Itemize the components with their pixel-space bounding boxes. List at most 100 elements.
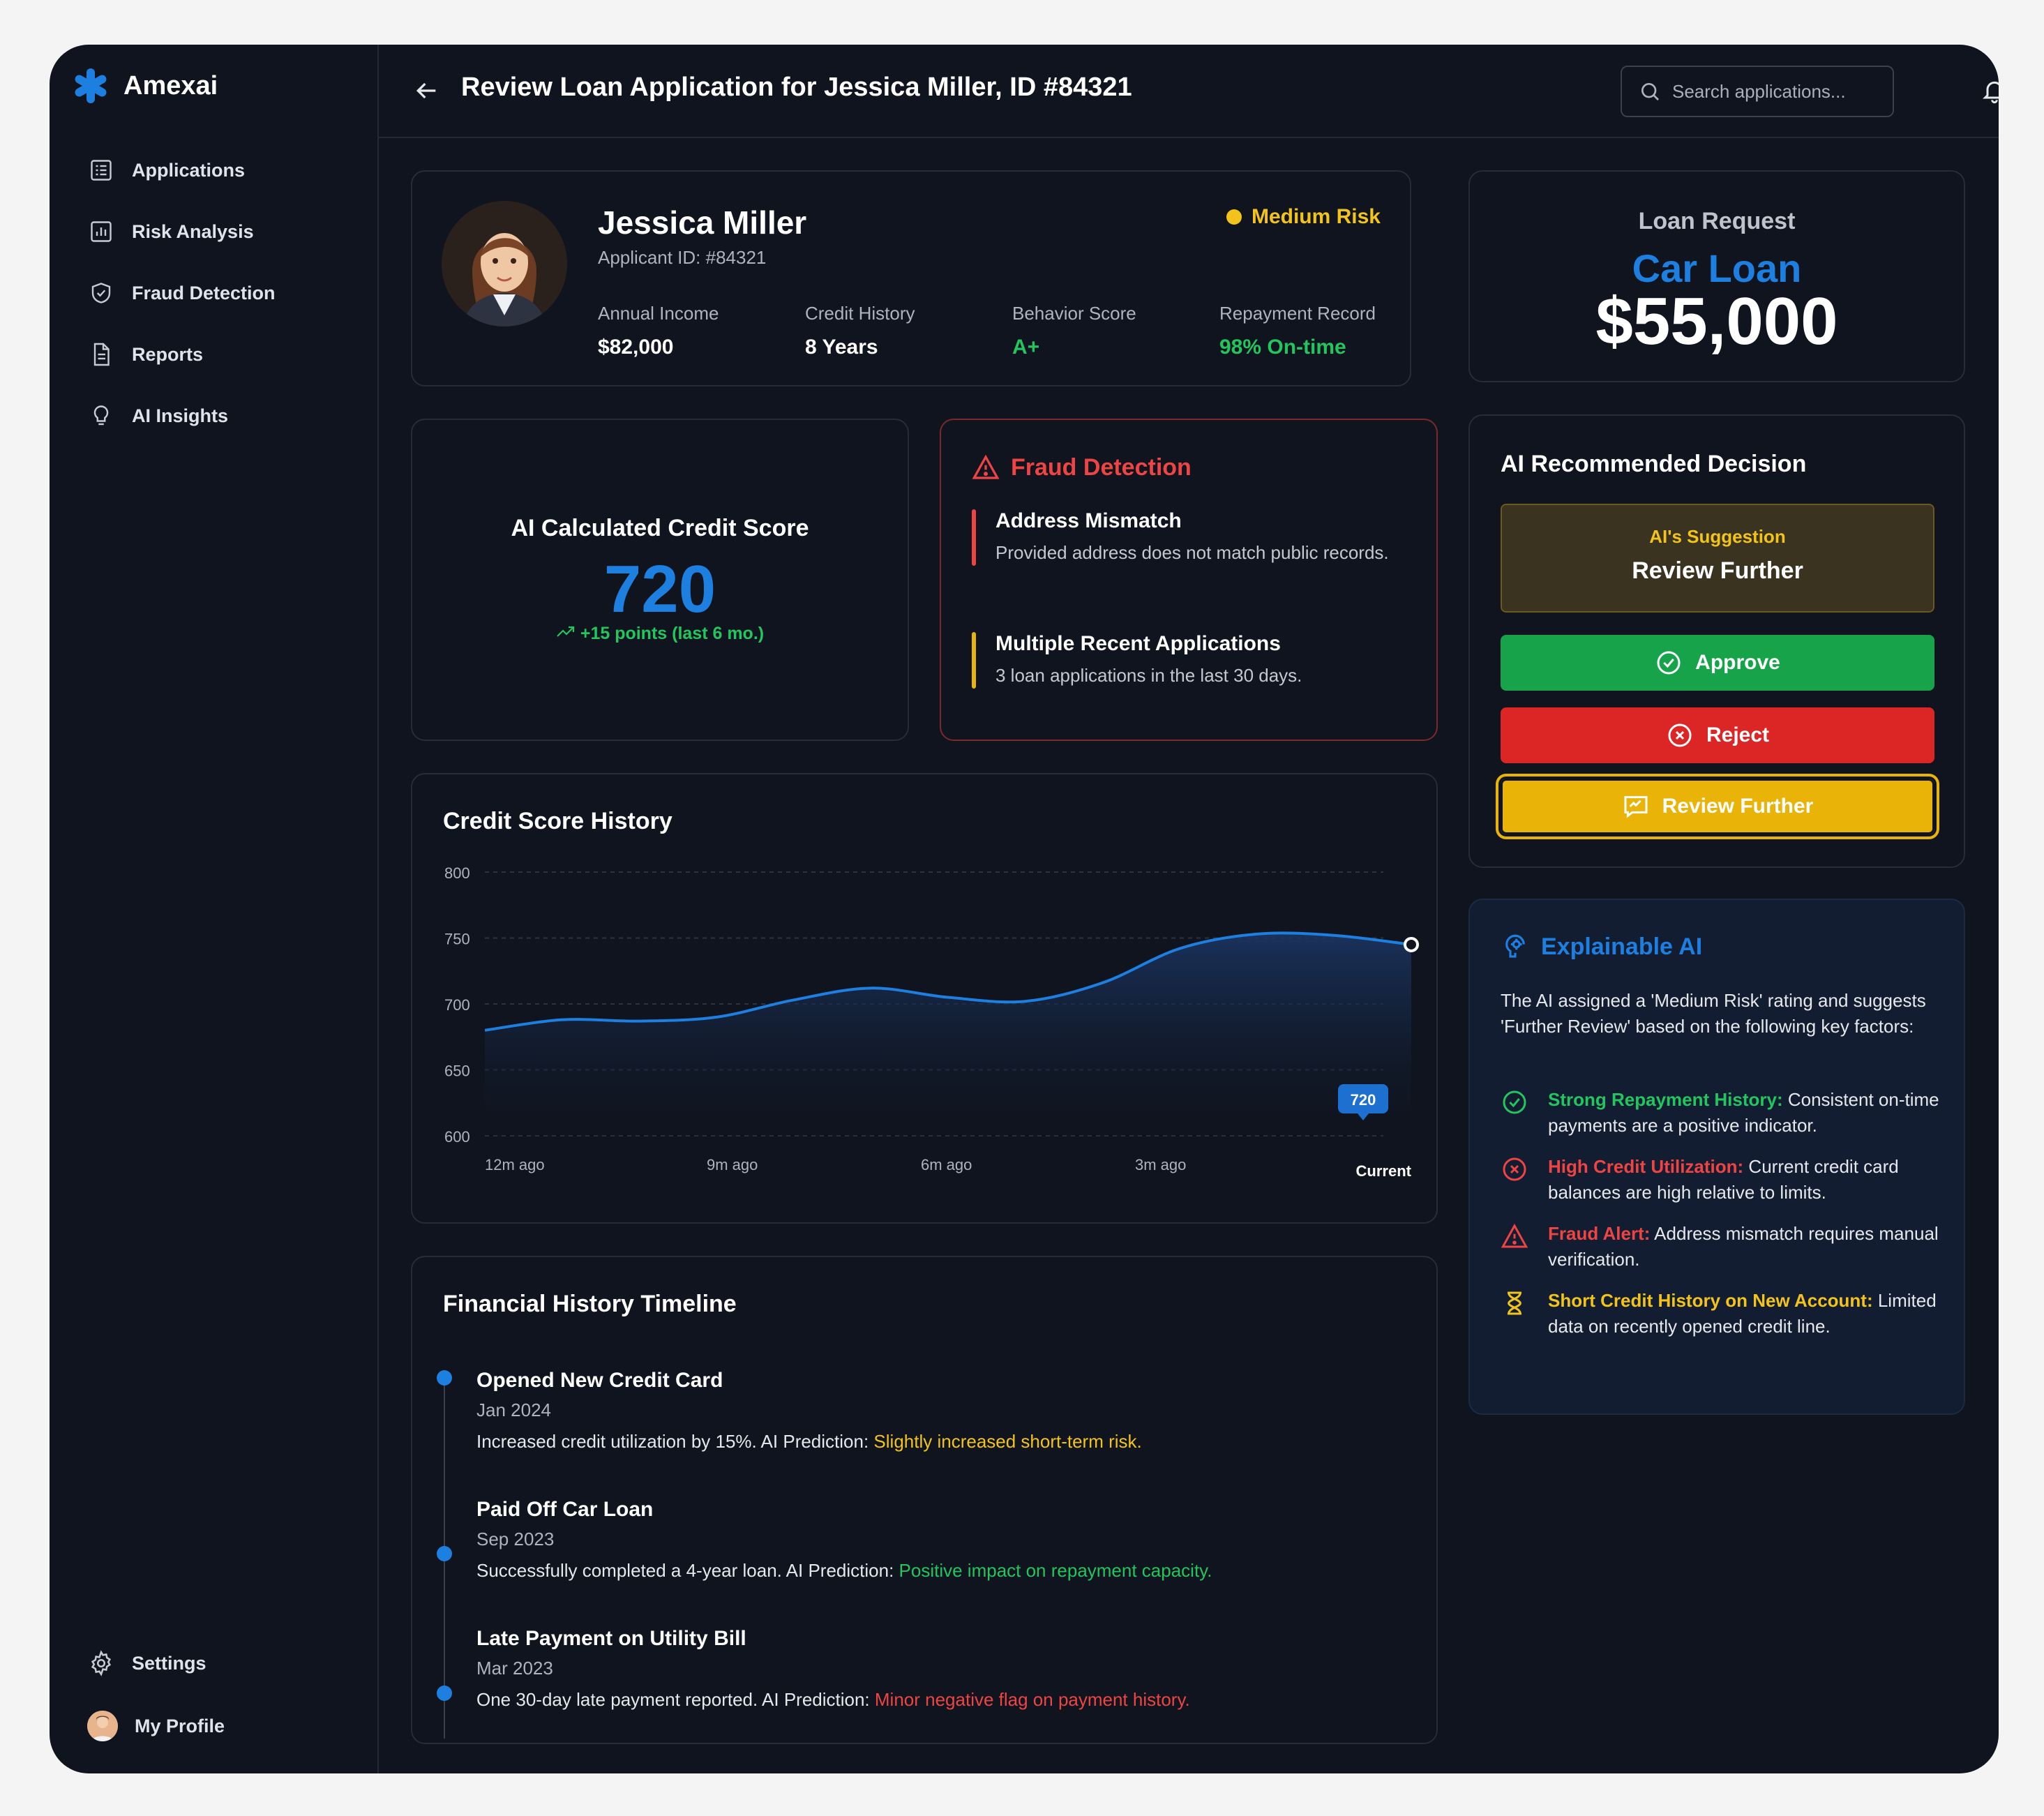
review-icon bbox=[1624, 796, 1648, 818]
xai-intro: The AI assigned a 'Medium Risk' rating a… bbox=[1501, 990, 1926, 1037]
sidebar-item-label: Applications bbox=[132, 159, 246, 181]
approve-label: Approve bbox=[1695, 651, 1780, 674]
xai-title: Explainable AI bbox=[1541, 933, 1703, 960]
xai-factor: Strong Repayment History: Consistent on-… bbox=[1501, 1087, 1947, 1139]
fraud-item-desc: 3 loan applications in the last 30 days. bbox=[995, 665, 1302, 686]
y-tick-label: 650 bbox=[444, 1063, 470, 1080]
timeline-desc-text: Successfully completed a 4-year loan. AI… bbox=[476, 1560, 899, 1581]
fraud-detection-card: Fraud Detection Address Mismatch Provide… bbox=[940, 419, 1438, 741]
hourglass-icon bbox=[1508, 1291, 1521, 1315]
warning-icon bbox=[972, 454, 1000, 479]
annotation-label: 720 bbox=[1351, 1091, 1376, 1109]
fraud-item-desc: Provided address does not match public r… bbox=[995, 542, 1389, 563]
xai-factor-title: Fraud Alert: bbox=[1548, 1223, 1651, 1244]
reject-button[interactable]: Reject bbox=[1501, 707, 1934, 763]
back-arrow-icon[interactable] bbox=[412, 77, 440, 105]
loan-amount: $55,000 bbox=[1595, 284, 1838, 359]
fraud-item-title: Multiple Recent Applications bbox=[995, 632, 1281, 655]
timeline-item-desc: Increased credit utilization by 15%. AI … bbox=[476, 1431, 1383, 1453]
check-circle-icon bbox=[1657, 651, 1681, 675]
search-input[interactable] bbox=[1672, 80, 1881, 103]
y-tick-label: 700 bbox=[444, 996, 470, 1014]
sidebar-item-label: My Profile bbox=[135, 1715, 225, 1736]
search-icon bbox=[1641, 82, 1659, 100]
x-tick-label: 9m ago bbox=[707, 1156, 758, 1173]
timeline-item-title: Late Payment on Utility Bill bbox=[476, 1627, 746, 1650]
timeline-item-title: Paid Off Car Loan bbox=[476, 1498, 654, 1521]
fraud-item: Address Mismatch Provided address does n… bbox=[972, 509, 1411, 566]
stat-label: Credit History bbox=[805, 303, 915, 324]
risk-badge: Medium Risk bbox=[1226, 205, 1381, 229]
x-circle-icon bbox=[1668, 723, 1692, 747]
timeline-item-date: Mar 2023 bbox=[476, 1658, 553, 1679]
stat-label: Annual Income bbox=[598, 303, 719, 324]
sidebar-item-label: Fraud Detection bbox=[132, 282, 276, 303]
xai-header: Explainable AI bbox=[1501, 932, 1702, 961]
timeline-dot bbox=[437, 1370, 452, 1386]
applicant-card: Jessica Miller Applicant ID: #84321 Medi… bbox=[411, 170, 1411, 387]
timeline-desc-text: One 30-day late payment reported. AI Pre… bbox=[476, 1689, 875, 1710]
decision-title: AI Recommended Decision bbox=[1501, 451, 1807, 477]
x-tick-label: 12m ago bbox=[485, 1156, 545, 1173]
timeline-item-date: Sep 2023 bbox=[476, 1529, 555, 1549]
credit-score-delta-text: +15 points (last 6 mo.) bbox=[580, 624, 765, 643]
area-fill bbox=[485, 933, 1411, 1136]
explainable-ai-card: Explainable AI The AI assigned a 'Medium… bbox=[1468, 899, 1965, 1415]
list-icon bbox=[87, 156, 115, 184]
xai-factor-title: Short Credit History on New Account: bbox=[1548, 1290, 1873, 1311]
loan-label: Loan Request bbox=[1638, 208, 1796, 234]
xai-factor: Fraud Alert: Address mismatch requires m… bbox=[1501, 1221, 1947, 1273]
sidebar-item-risk-analysis[interactable]: Risk Analysis bbox=[87, 218, 254, 246]
fraud-title: Fraud Detection bbox=[1011, 453, 1192, 481]
timeline-dot bbox=[437, 1686, 452, 1701]
timeline-item: Opened New Credit Card Jan 2024 Increase… bbox=[476, 1369, 1383, 1453]
xai-factor: High Credit Utilization: Current credit … bbox=[1501, 1154, 1947, 1206]
credit-score-history-card: Credit Score History 800 750 700 650 600 12m … bbox=[411, 773, 1438, 1224]
timeline-prediction: Positive impact on repayment capacity. bbox=[899, 1560, 1212, 1581]
timeline-item-title: Opened New Credit Card bbox=[476, 1369, 723, 1392]
sidebar-item-settings[interactable]: Settings bbox=[87, 1649, 206, 1677]
sidebar-item-label: AI Insights bbox=[132, 405, 229, 426]
approve-button[interactable]: Approve bbox=[1501, 635, 1934, 691]
risk-label: Medium Risk bbox=[1251, 205, 1381, 228]
sidebar-item-label: Reports bbox=[132, 343, 204, 365]
sidebar-item-ai-insights[interactable]: AI Insights bbox=[87, 402, 228, 430]
fraud-severity-bar bbox=[972, 509, 976, 566]
timeline-item-desc: One 30-day late payment reported. AI Pre… bbox=[476, 1689, 1383, 1711]
stat-annual-income: Annual Income $82,000 bbox=[598, 303, 719, 359]
stat-value: A+ bbox=[1012, 336, 1040, 359]
stat-behavior-score: Behavior Score A+ bbox=[1012, 303, 1136, 359]
x-tick-label: Current bbox=[1356, 1162, 1412, 1180]
ai-decision-card: AI Recommended Decision AI's Suggestion … bbox=[1468, 414, 1965, 868]
search-box[interactable] bbox=[1621, 66, 1894, 117]
bell-icon[interactable] bbox=[1981, 77, 1999, 105]
document-icon bbox=[87, 340, 115, 368]
timeline-dot bbox=[437, 1546, 452, 1561]
header: Review Loan Application for Jessica Mill… bbox=[379, 45, 1999, 138]
timeline-desc-text: Increased credit utilization by 15%. AI … bbox=[476, 1431, 874, 1452]
credit-score-title: AI Calculated Credit Score bbox=[511, 515, 809, 541]
warning-icon bbox=[1501, 1223, 1528, 1248]
shield-icon bbox=[87, 279, 115, 307]
avatar bbox=[87, 1711, 118, 1741]
brand-logo-icon bbox=[75, 68, 107, 103]
x-tick-label: 3m ago bbox=[1135, 1156, 1186, 1173]
xai-factor: Short Credit History on New Account: Lim… bbox=[1501, 1288, 1947, 1340]
brand[interactable]: Amexai bbox=[72, 67, 218, 105]
y-tick-label: 750 bbox=[444, 931, 470, 948]
financial-timeline-card: Financial History Timeline Opened New Cr… bbox=[411, 1256, 1438, 1744]
sidebar-item-applications[interactable]: Applications bbox=[87, 156, 245, 184]
sidebar-item-my-profile[interactable]: My Profile bbox=[87, 1711, 225, 1741]
timeline-title: Financial History Timeline bbox=[443, 1291, 737, 1317]
applicant-id: Applicant ID: #84321 bbox=[598, 247, 767, 268]
sidebar-item-reports[interactable]: Reports bbox=[87, 340, 203, 368]
check-circle-icon bbox=[1503, 1090, 1526, 1114]
xai-factor-title: High Credit Utilization: bbox=[1548, 1156, 1744, 1177]
review-further-button[interactable]: Review Further bbox=[1496, 774, 1939, 839]
credit-score-value: 720 bbox=[603, 552, 716, 626]
reject-label: Reject bbox=[1706, 723, 1770, 746]
stat-label: Behavior Score bbox=[1012, 303, 1136, 324]
sidebar-item-label: Settings bbox=[132, 1652, 206, 1674]
stat-repayment-record: Repayment Record 98% On-time bbox=[1219, 303, 1376, 359]
sidebar-item-fraud-detection[interactable]: Fraud Detection bbox=[87, 279, 276, 307]
